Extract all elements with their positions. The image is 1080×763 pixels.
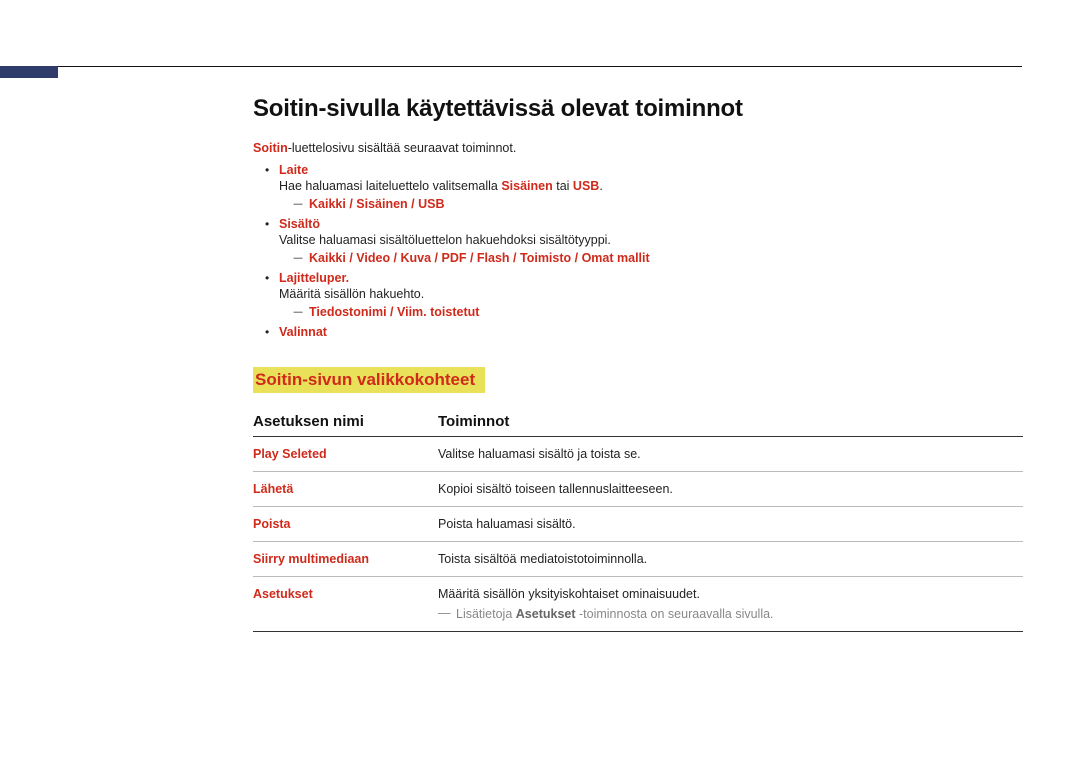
feature-sisalto-desc: Valitse haluamasi sisältöluettelon hakue… (279, 233, 1023, 247)
table-row: Asetukset Määritä sisällön yksityiskohta… (253, 577, 1023, 632)
feature-sisalto-sub: Kaikki / Video / Kuva / PDF / Flash / To… (279, 251, 1023, 265)
header-top-rule (58, 66, 1022, 67)
table-row: Siirry multimediaan Toista sisältöä medi… (253, 542, 1023, 577)
page-content: Soitin-sivulla käytettävissä olevat toim… (253, 95, 1023, 632)
row-name: Asetukset (253, 577, 438, 632)
row-func: Kopioi sisältö toiseen tallennuslaittees… (438, 472, 1023, 507)
row-func: Määritä sisällön yksityiskohtaiset omina… (438, 577, 1023, 632)
feature-lajittelu: Lajitteluper. Määritä sisällön hakuehto.… (253, 271, 1023, 319)
feature-lajittelu-label: Lajitteluper. (279, 271, 349, 285)
feature-sisalto-label: Sisältö (279, 217, 320, 231)
row-func: Toista sisältöä mediatoistotoiminnolla. (438, 542, 1023, 577)
page-title: Soitin-sivulla käytettävissä olevat toim… (253, 95, 1023, 123)
feature-laite-sub: Kaikki / Sisäinen / USB (279, 197, 1023, 211)
feature-laite: Laite Hae haluamasi laiteluettelo valits… (253, 163, 1023, 211)
section-heading-menu: Soitin-sivun valikkokohteet (253, 367, 485, 393)
intro-line: Soitin-luettelosivu sisältää seuraavat t… (253, 141, 1023, 155)
row-name: Poista (253, 507, 438, 542)
row-name: Siirry multimediaan (253, 542, 438, 577)
options-table: Asetuksen nimi Toiminnot Play Seleted Va… (253, 407, 1023, 632)
feature-valinnat: Valinnat (253, 325, 1023, 339)
row-footnote: Lisätietoja Asetukset -toiminnosta on se… (438, 607, 1019, 621)
row-func: Valitse haluamasi sisältö ja toista se. (438, 437, 1023, 472)
row-func: Poista haluamasi sisältö. (438, 507, 1023, 542)
header-accent-bar (0, 66, 58, 78)
table-row: Poista Poista haluamasi sisältö. (253, 507, 1023, 542)
feature-lajittelu-desc: Määritä sisällön hakuehto. (279, 287, 1023, 301)
row-name: Play Seleted (253, 437, 438, 472)
col-head-name: Asetuksen nimi (253, 407, 438, 437)
table-row: Play Seleted Valitse haluamasi sisältö j… (253, 437, 1023, 472)
intro-term: Soitin (253, 141, 288, 155)
feature-lajittelu-sub: Tiedostonimi / Viim. toistetut (279, 305, 1023, 319)
feature-laite-desc: Hae haluamasi laiteluettelo valitsemalla… (279, 179, 1023, 193)
table-row: Lähetä Kopioi sisältö toiseen tallennusl… (253, 472, 1023, 507)
row-name: Lähetä (253, 472, 438, 507)
feature-list: Laite Hae haluamasi laiteluettelo valits… (253, 163, 1023, 339)
col-head-func: Toiminnot (438, 407, 1023, 437)
intro-rest: -luettelosivu sisältää seuraavat toiminn… (288, 141, 517, 155)
feature-laite-label: Laite (279, 163, 308, 177)
feature-valinnat-label: Valinnat (279, 325, 327, 339)
feature-sisalto: Sisältö Valitse haluamasi sisältöluettel… (253, 217, 1023, 265)
